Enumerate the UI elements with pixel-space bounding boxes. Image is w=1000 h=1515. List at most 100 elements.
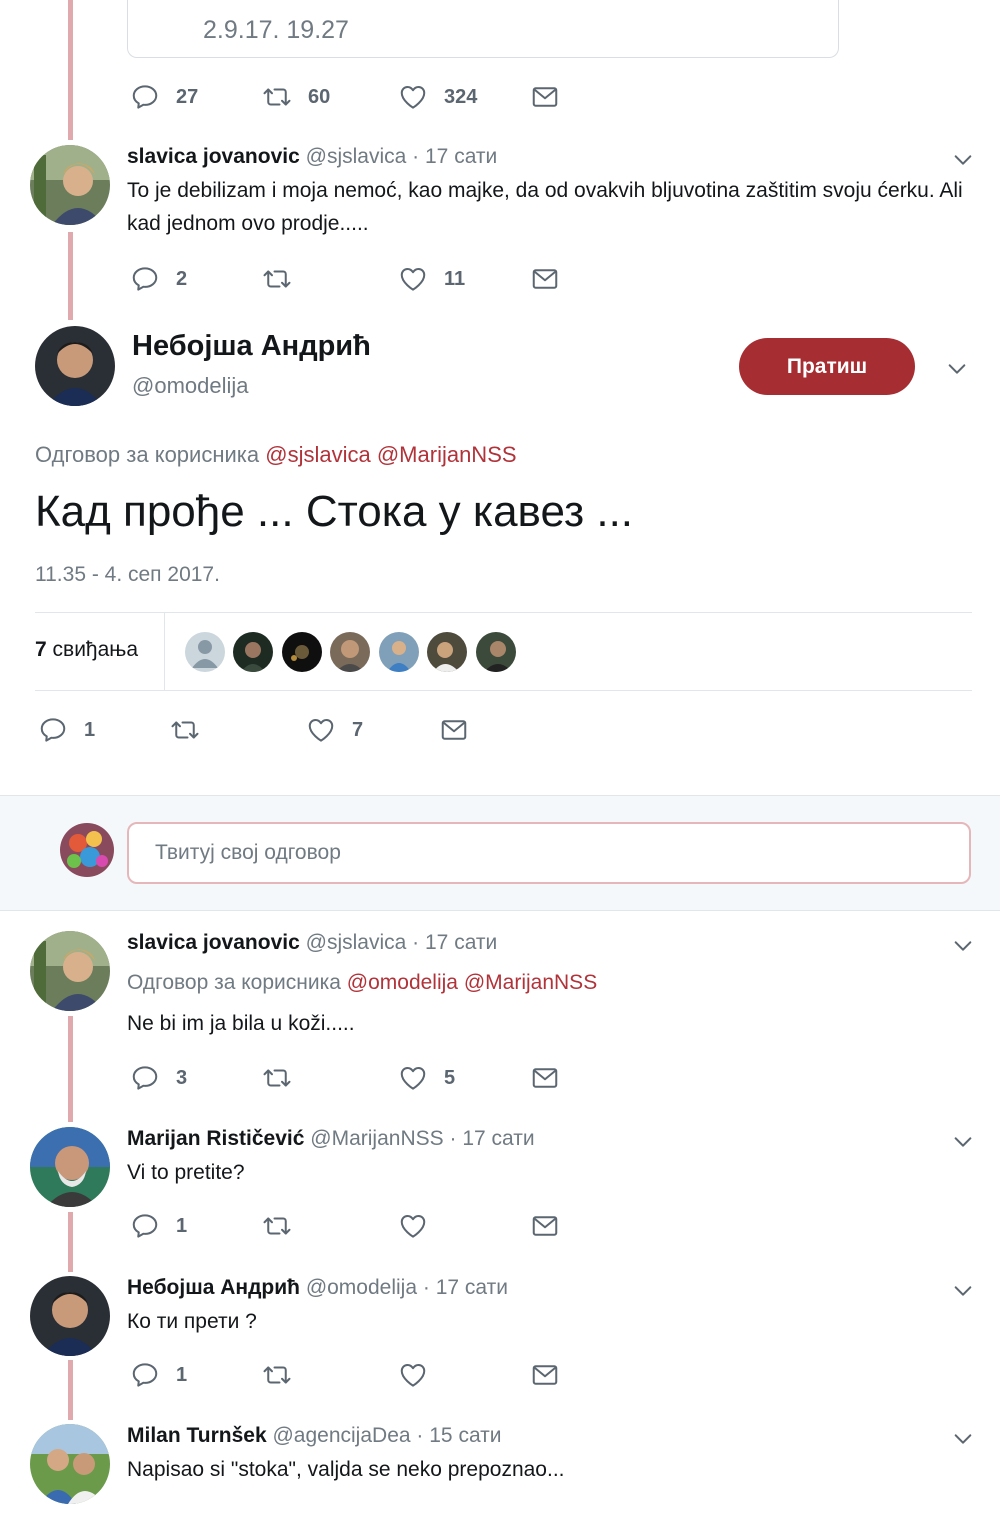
quoted-tweet-card[interactable]: 2.9.17. 19.27 [127, 0, 839, 58]
thread-line [68, 0, 73, 140]
mention-link[interactable]: @MarijanNSS [377, 442, 517, 467]
tweet-time[interactable]: 17 сати [425, 931, 497, 954]
reply-prefix: Одговор за корисника [127, 971, 341, 994]
avatar[interactable] [30, 1424, 110, 1504]
reply-count: 3 [176, 1066, 188, 1089]
like-button[interactable] [398, 1360, 428, 1390]
avatar[interactable] [30, 1127, 110, 1207]
like-icon [398, 264, 428, 294]
chevron-down-icon[interactable] [952, 1131, 974, 1153]
like-button[interactable]: 7 [306, 715, 363, 745]
tweet-timestamp[interactable]: 11.35 - 4. сеп 2017. [35, 563, 220, 587]
following-button[interactable]: Пратиш [739, 338, 915, 395]
tweet-text: To je debilizam i moja nemoć, kao majke,… [127, 179, 963, 235]
direct-message-button[interactable] [530, 1211, 560, 1241]
liker-avatar[interactable] [233, 632, 273, 672]
retweet-button[interactable] [262, 1211, 292, 1241]
mail-icon [530, 82, 560, 112]
author-handle[interactable]: @omodelija [132, 373, 249, 399]
author-name[interactable]: slavica jovanovic [127, 931, 300, 954]
tweet-text: Vi to pretite? [127, 1161, 245, 1184]
chevron-down-icon[interactable] [946, 358, 968, 380]
quoted-tweet-time: 2.9.17. 19.27 [203, 16, 349, 44]
author-name[interactable]: Небојша Андрић [127, 1276, 300, 1299]
author-name[interactable]: Milan Turnšek [127, 1424, 267, 1447]
liker-avatar[interactable] [330, 632, 370, 672]
liker-avatar[interactable] [282, 632, 322, 672]
avatar[interactable] [35, 326, 115, 406]
reply-input[interactable] [127, 822, 971, 884]
direct-message-button[interactable] [530, 1063, 560, 1093]
reply-button[interactable]: 1 [38, 715, 95, 745]
retweet-icon [262, 82, 292, 112]
reply-context: Одговор за корисника @sjslavica @Marijan… [35, 442, 517, 468]
tweet-time[interactable]: 17 сати [462, 1127, 534, 1150]
like-icon [398, 1360, 428, 1390]
avatar[interactable] [30, 1276, 110, 1356]
author-handle[interactable]: @sjslavica [306, 145, 407, 168]
author-handle[interactable]: @agencijaDea [272, 1424, 410, 1447]
reply-button[interactable]: 1 [130, 1211, 187, 1241]
retweet-icon [262, 264, 292, 294]
tweet-actions: 27 60 324 [130, 82, 630, 112]
chevron-down-icon[interactable] [952, 149, 974, 171]
separator-dot: · [412, 145, 420, 168]
reply-icon [38, 715, 68, 745]
retweet-button[interactable]: 60 [262, 82, 330, 112]
retweet-button[interactable] [262, 264, 292, 294]
tweet-time[interactable]: 15 сати [429, 1424, 501, 1447]
author-handle[interactable]: @MarijanNSS [310, 1127, 443, 1150]
thread-line [68, 1360, 73, 1420]
like-button[interactable]: 11 [398, 264, 465, 294]
liker-avatar[interactable] [185, 632, 225, 672]
liker-avatar[interactable] [476, 632, 516, 672]
likes-stat[interactable]: 7 свиђања [35, 638, 138, 662]
reply-count: 1 [176, 1214, 188, 1237]
mention-link[interactable]: @sjslavica [265, 442, 370, 467]
divider [164, 612, 165, 691]
tweet-time[interactable]: 17 сати [425, 145, 497, 168]
avatar[interactable] [30, 145, 110, 225]
avatar[interactable] [60, 823, 114, 877]
retweet-icon [262, 1211, 292, 1241]
mail-icon [530, 1063, 560, 1093]
retweet-button[interactable] [262, 1360, 292, 1390]
like-button[interactable] [398, 1211, 428, 1241]
thread-line [68, 1212, 73, 1272]
author-handle[interactable]: @omodelija [306, 1276, 417, 1299]
retweet-icon [170, 715, 200, 745]
chevron-down-icon[interactable] [952, 1428, 974, 1450]
chevron-down-icon[interactable] [952, 1280, 974, 1302]
separator-dot: · [422, 1276, 430, 1299]
reply-button[interactable]: 1 [130, 1360, 187, 1390]
reply-count: 1 [84, 718, 96, 741]
liker-avatar[interactable] [379, 632, 419, 672]
author-handle[interactable]: @sjslavica [306, 931, 407, 954]
direct-message-button[interactable] [530, 264, 560, 294]
mail-icon [530, 1360, 560, 1390]
mail-icon [530, 1211, 560, 1241]
mention-link[interactable]: @omodelija [347, 971, 458, 994]
author-name[interactable]: slavica jovanovic [127, 145, 300, 168]
reply-prefix: Одговор за корисника [35, 442, 260, 467]
reply-button[interactable]: 2 [130, 264, 187, 294]
tweet-time[interactable]: 17 сати [436, 1276, 508, 1299]
author-name[interactable]: Marijan Rističević [127, 1127, 304, 1150]
chevron-down-icon[interactable] [952, 935, 974, 957]
direct-message-button[interactable] [439, 715, 469, 745]
direct-message-button[interactable] [530, 82, 560, 112]
mention-link[interactable]: @MarijanNSS [464, 971, 597, 994]
reply-icon [130, 1211, 160, 1241]
retweet-button[interactable] [170, 715, 200, 745]
retweet-button[interactable] [262, 1063, 292, 1093]
direct-message-button[interactable] [530, 1360, 560, 1390]
author-name[interactable]: Небојша Андрић [132, 330, 371, 363]
reply-button[interactable]: 27 [130, 82, 198, 112]
liker-avatar[interactable] [427, 632, 467, 672]
like-button[interactable]: 324 [398, 82, 477, 112]
reply-context: Одговор за корисника @omodelija @Marijan… [127, 971, 597, 995]
like-button[interactable]: 5 [398, 1063, 455, 1093]
avatar[interactable] [30, 931, 110, 1011]
like-count: 7 [352, 718, 364, 741]
reply-button[interactable]: 3 [130, 1063, 187, 1093]
